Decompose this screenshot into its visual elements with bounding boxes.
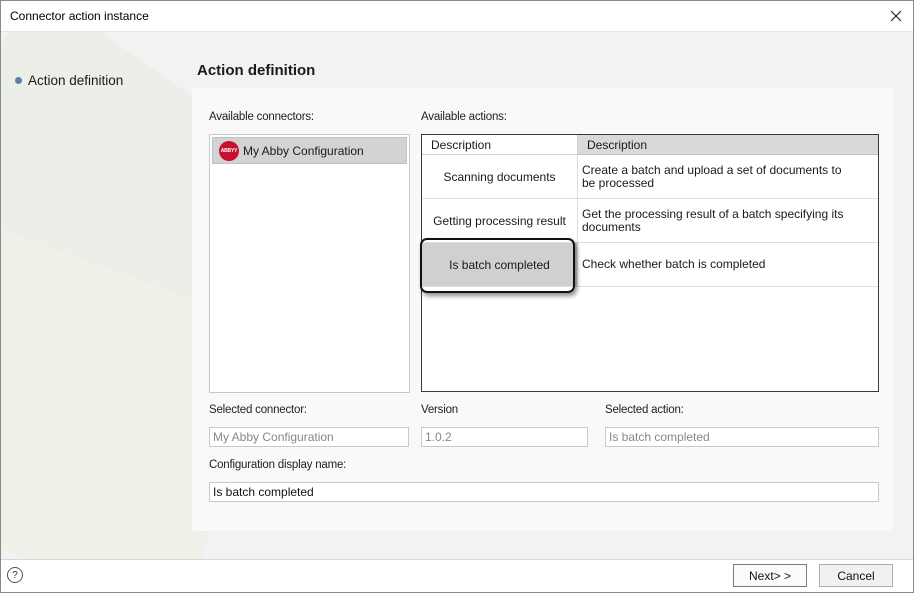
bullet-icon [15,77,22,84]
connectors-list[interactable]: ABBYY My Abby Configuration [209,134,410,393]
available-connectors-label: Available connectors: [209,111,314,123]
close-button[interactable] [885,5,907,27]
abbyy-logo-icon: ABBYY [219,140,239,161]
page-title: Action definition [197,62,316,79]
close-icon [890,10,902,22]
help-icon[interactable]: ? [7,567,23,583]
title-bar: Connector action instance [1,1,913,31]
action-name-cell[interactable]: Scanning documents [422,155,578,199]
action-description-cell[interactable]: Get the processing result of a batch spe… [578,199,878,243]
table-row[interactable]: Scanning documents Create a batch and up… [422,155,878,199]
selected-connector-field[interactable] [209,427,409,447]
actions-table[interactable]: Description Description Scanning documen… [421,134,879,392]
dialog-window: Connector action instance Action definit… [0,0,914,593]
action-description-cell[interactable]: Check whether batch is completed [578,243,878,287]
action-name-cell[interactable]: Getting processing result [422,199,578,243]
version-label: Version [421,404,458,416]
table-row-selected[interactable]: Is batch completed Check whether batch i… [422,243,878,287]
version-field[interactable] [421,427,588,447]
config-display-name-input[interactable] [209,482,879,502]
connector-label: My Abby Configuration [243,143,364,158]
nav-item-label: Action definition [28,73,124,88]
cancel-button[interactable]: Cancel [819,564,893,587]
action-description-cell[interactable]: Create a batch and upload a set of docum… [578,155,878,199]
table-row[interactable]: Getting processing result Get the proces… [422,199,878,243]
selected-action-field[interactable] [605,427,879,447]
action-name-cell[interactable]: Is batch completed [422,243,578,287]
selected-action-label: Selected action: [605,404,684,416]
list-item-connector[interactable]: ABBYY My Abby Configuration [212,137,407,164]
table-header: Description Description [422,135,878,155]
config-display-name-label: Configuration display name: [209,459,347,471]
footer: ? Next> > Cancel [1,560,913,592]
available-actions-label: Available actions: [421,111,507,123]
window-title: Connector action instance [10,9,149,23]
column-header-description[interactable]: Description [578,135,878,155]
next-button[interactable]: Next> > [733,564,807,587]
nav-item-action-definition[interactable]: Action definition [15,73,123,88]
selected-connector-label: Selected connector: [209,404,307,416]
column-header-name[interactable]: Description [422,135,578,155]
